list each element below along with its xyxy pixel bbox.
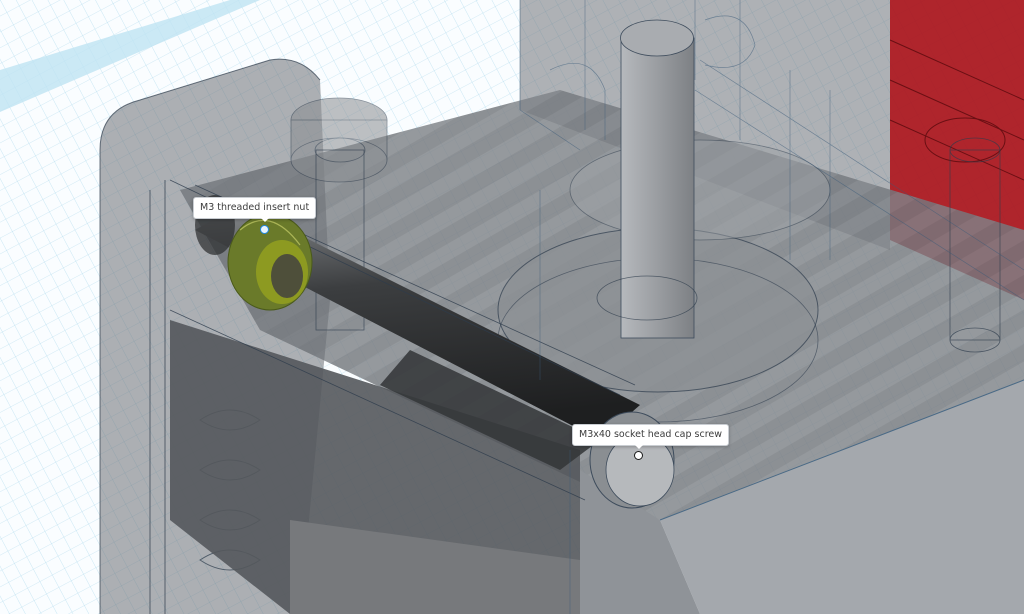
callout-pointer: [260, 217, 270, 222]
model-canvas[interactable]: [0, 0, 1024, 614]
callout-label: M3 threaded insert nut: [200, 202, 310, 213]
vertical-shaft: [620, 37, 695, 339]
insert-nut: [227, 213, 313, 311]
3d-viewport[interactable]: M3 threaded insert nut M3x40 socket head…: [0, 0, 1024, 614]
anchor-dot-icon[interactable]: [260, 225, 269, 234]
callout-label: M3x40 socket head cap screw: [579, 429, 723, 440]
callout-threaded-insert-nut[interactable]: M3 threaded insert nut: [193, 197, 317, 219]
anchor-dot-icon[interactable]: [634, 451, 643, 460]
callout-socket-head-cap-screw[interactable]: M3x40 socket head cap screw: [572, 424, 730, 446]
callout-pointer: [634, 444, 644, 449]
